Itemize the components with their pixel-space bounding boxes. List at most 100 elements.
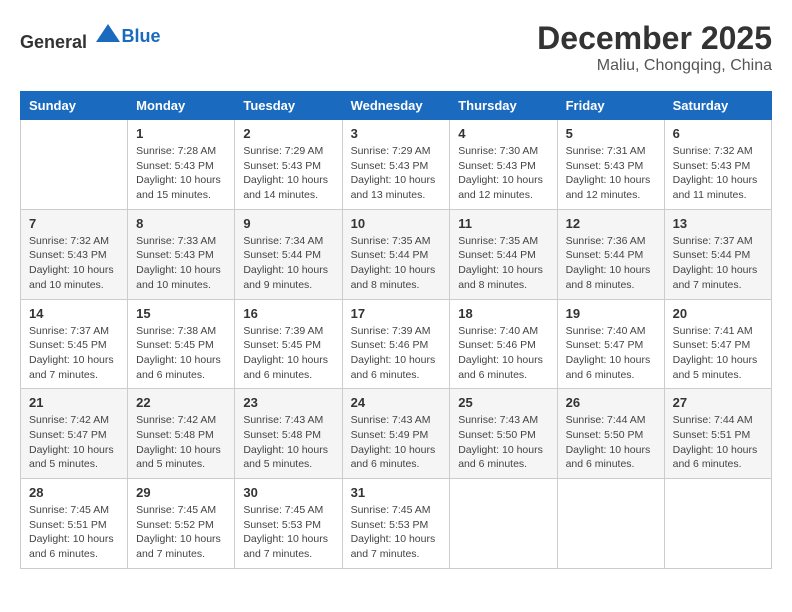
- day-number: 30: [243, 485, 333, 500]
- day-number: 24: [351, 395, 442, 410]
- calendar-cell: 19 Sunrise: 7:40 AM Sunset: 5:47 PM Dayli…: [557, 299, 664, 389]
- calendar-week-row: 14Sunrise: 7:37 AM Sunset: 5:45 PM Dayli…: [21, 299, 772, 389]
- day-info: Sunrise: 7:32 AM Sunset: 5:43 PM Dayligh…: [673, 144, 763, 203]
- calendar-cell: 30 Sunrise: 7:45 AM Sunset: 5:53 PM Dayli…: [235, 479, 342, 569]
- day-info: Sunrise: 7:39 AM Sunset: 5:46 PM Dayligh…: [351, 324, 442, 383]
- day-number: 21: [29, 395, 119, 410]
- day-info: Sunrise: 7:41 AM Sunset: 5:47 PM Dayligh…: [673, 324, 763, 383]
- calendar-cell: 11 Sunrise: 7:35 AM Sunset: 5:44 PM Dayli…: [450, 209, 557, 299]
- calendar-cell: 21Sunrise: 7:42 AM Sunset: 5:47 PM Dayli…: [21, 389, 128, 479]
- calendar-cell: 24 Sunrise: 7:43 AM Sunset: 5:49 PM Dayli…: [342, 389, 450, 479]
- logo-icon: [94, 20, 122, 48]
- day-number: 28: [29, 485, 119, 500]
- day-number: 13: [673, 216, 763, 231]
- day-number: 26: [566, 395, 656, 410]
- day-info: Sunrise: 7:45 AM Sunset: 5:53 PM Dayligh…: [351, 503, 442, 562]
- calendar-cell: 18Sunrise: 7:40 AM Sunset: 5:46 PM Dayli…: [450, 299, 557, 389]
- day-info: Sunrise: 7:36 AM Sunset: 5:44 PM Dayligh…: [566, 234, 656, 293]
- calendar-week-row: 21Sunrise: 7:42 AM Sunset: 5:47 PM Dayli…: [21, 389, 772, 479]
- calendar-cell: 31 Sunrise: 7:45 AM Sunset: 5:53 PM Dayli…: [342, 479, 450, 569]
- logo-general: General: [20, 32, 87, 52]
- calendar-cell: 3Sunrise: 7:29 AM Sunset: 5:43 PM Daylig…: [342, 120, 450, 210]
- day-info: Sunrise: 7:33 AM Sunset: 5:43 PM Dayligh…: [136, 234, 226, 293]
- day-number: 16: [243, 306, 333, 321]
- weekday-header: Sunday: [21, 92, 128, 120]
- calendar-cell: 16 Sunrise: 7:39 AM Sunset: 5:45 PM Dayli…: [235, 299, 342, 389]
- calendar-cell: 20 Sunrise: 7:41 AM Sunset: 5:47 PM Dayli…: [664, 299, 771, 389]
- day-info: Sunrise: 7:43 AM Sunset: 5:49 PM Dayligh…: [351, 413, 442, 472]
- calendar-cell: 4 Sunrise: 7:30 AM Sunset: 5:43 PM Daylig…: [450, 120, 557, 210]
- day-info: Sunrise: 7:45 AM Sunset: 5:51 PM Dayligh…: [29, 503, 119, 562]
- day-number: 15: [136, 306, 226, 321]
- day-info: Sunrise: 7:42 AM Sunset: 5:48 PM Dayligh…: [136, 413, 226, 472]
- day-number: 12: [566, 216, 656, 231]
- page-header: General Blue December 2025 Maliu, Chongq…: [20, 20, 772, 75]
- weekday-header: Tuesday: [235, 92, 342, 120]
- calendar-cell: 12 Sunrise: 7:36 AM Sunset: 5:44 PM Dayli…: [557, 209, 664, 299]
- calendar-week-row: 28 Sunrise: 7:45 AM Sunset: 5:51 PM Dayli…: [21, 479, 772, 569]
- day-number: 19: [566, 306, 656, 321]
- day-info: Sunrise: 7:44 AM Sunset: 5:51 PM Dayligh…: [673, 413, 763, 472]
- day-info: Sunrise: 7:45 AM Sunset: 5:52 PM Dayligh…: [136, 503, 226, 562]
- day-number: 8: [136, 216, 226, 231]
- calendar-table: SundayMondayTuesdayWednesdayThursdayFrid…: [20, 91, 772, 569]
- day-number: 6: [673, 126, 763, 141]
- weekday-header: Friday: [557, 92, 664, 120]
- weekday-header: Wednesday: [342, 92, 450, 120]
- day-number: 22: [136, 395, 226, 410]
- location-title: Maliu, Chongqing, China: [537, 57, 772, 75]
- calendar-cell: [557, 479, 664, 569]
- calendar-week-row: 1 Sunrise: 7:28 AM Sunset: 5:43 PM Daylig…: [21, 120, 772, 210]
- day-number: 11: [458, 216, 548, 231]
- calendar-cell: 13 Sunrise: 7:37 AM Sunset: 5:44 PM Dayli…: [664, 209, 771, 299]
- calendar-cell: [21, 120, 128, 210]
- day-info: Sunrise: 7:38 AM Sunset: 5:45 PM Dayligh…: [136, 324, 226, 383]
- weekday-header: Thursday: [450, 92, 557, 120]
- day-info: Sunrise: 7:45 AM Sunset: 5:53 PM Dayligh…: [243, 503, 333, 562]
- day-info: Sunrise: 7:29 AM Sunset: 5:43 PM Dayligh…: [351, 144, 442, 203]
- day-number: 20: [673, 306, 763, 321]
- day-info: Sunrise: 7:43 AM Sunset: 5:48 PM Dayligh…: [243, 413, 333, 472]
- calendar-cell: [450, 479, 557, 569]
- day-info: Sunrise: 7:43 AM Sunset: 5:50 PM Dayligh…: [458, 413, 548, 472]
- calendar-header-row: SundayMondayTuesdayWednesdayThursdayFrid…: [21, 92, 772, 120]
- calendar-cell: 27Sunrise: 7:44 AM Sunset: 5:51 PM Dayli…: [664, 389, 771, 479]
- day-info: Sunrise: 7:40 AM Sunset: 5:47 PM Dayligh…: [566, 324, 656, 383]
- calendar-cell: 23 Sunrise: 7:43 AM Sunset: 5:48 PM Dayli…: [235, 389, 342, 479]
- day-number: 17: [351, 306, 442, 321]
- weekday-header: Saturday: [664, 92, 771, 120]
- day-info: Sunrise: 7:37 AM Sunset: 5:44 PM Dayligh…: [673, 234, 763, 293]
- day-info: Sunrise: 7:30 AM Sunset: 5:43 PM Dayligh…: [458, 144, 548, 203]
- day-number: 23: [243, 395, 333, 410]
- calendar-cell: 25 Sunrise: 7:43 AM Sunset: 5:50 PM Dayli…: [450, 389, 557, 479]
- calendar-cell: 2 Sunrise: 7:29 AM Sunset: 5:43 PM Daylig…: [235, 120, 342, 210]
- day-number: 2: [243, 126, 333, 141]
- calendar-cell: 1 Sunrise: 7:28 AM Sunset: 5:43 PM Daylig…: [128, 120, 235, 210]
- day-number: 29: [136, 485, 226, 500]
- day-number: 31: [351, 485, 442, 500]
- logo-blue: Blue: [122, 26, 161, 46]
- calendar-cell: 10Sunrise: 7:35 AM Sunset: 5:44 PM Dayli…: [342, 209, 450, 299]
- day-info: Sunrise: 7:40 AM Sunset: 5:46 PM Dayligh…: [458, 324, 548, 383]
- day-info: Sunrise: 7:34 AM Sunset: 5:44 PM Dayligh…: [243, 234, 333, 293]
- day-info: Sunrise: 7:44 AM Sunset: 5:50 PM Dayligh…: [566, 413, 656, 472]
- day-number: 9: [243, 216, 333, 231]
- day-number: 25: [458, 395, 548, 410]
- calendar-cell: 14Sunrise: 7:37 AM Sunset: 5:45 PM Dayli…: [21, 299, 128, 389]
- calendar-week-row: 7Sunrise: 7:32 AM Sunset: 5:43 PM Daylig…: [21, 209, 772, 299]
- day-info: Sunrise: 7:39 AM Sunset: 5:45 PM Dayligh…: [243, 324, 333, 383]
- day-number: 5: [566, 126, 656, 141]
- calendar-cell: 28 Sunrise: 7:45 AM Sunset: 5:51 PM Dayli…: [21, 479, 128, 569]
- calendar-cell: 9 Sunrise: 7:34 AM Sunset: 5:44 PM Daylig…: [235, 209, 342, 299]
- calendar-cell: 17 Sunrise: 7:39 AM Sunset: 5:46 PM Dayli…: [342, 299, 450, 389]
- calendar-cell: 5Sunrise: 7:31 AM Sunset: 5:43 PM Daylig…: [557, 120, 664, 210]
- day-info: Sunrise: 7:29 AM Sunset: 5:43 PM Dayligh…: [243, 144, 333, 203]
- day-info: Sunrise: 7:28 AM Sunset: 5:43 PM Dayligh…: [136, 144, 226, 203]
- day-number: 4: [458, 126, 548, 141]
- calendar-cell: 26 Sunrise: 7:44 AM Sunset: 5:50 PM Dayli…: [557, 389, 664, 479]
- day-number: 7: [29, 216, 119, 231]
- day-info: Sunrise: 7:35 AM Sunset: 5:44 PM Dayligh…: [351, 234, 442, 293]
- day-number: 1: [136, 126, 226, 141]
- calendar-cell: 6 Sunrise: 7:32 AM Sunset: 5:43 PM Daylig…: [664, 120, 771, 210]
- day-info: Sunrise: 7:35 AM Sunset: 5:44 PM Dayligh…: [458, 234, 548, 293]
